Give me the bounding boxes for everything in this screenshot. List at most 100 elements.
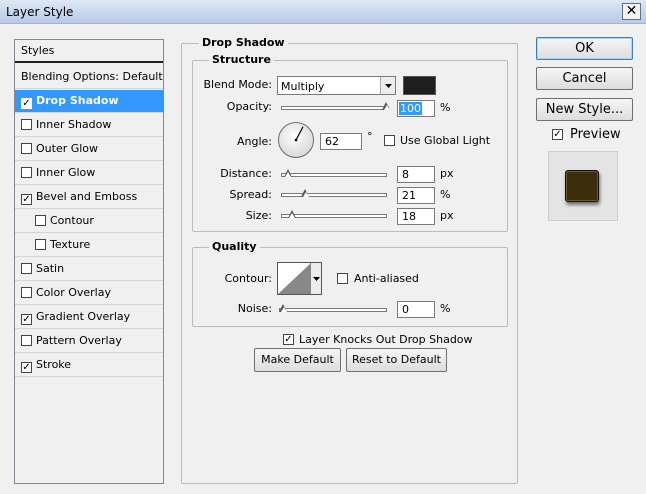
chevron-down-icon [310,263,321,294]
style-item-label: Texture [50,238,91,251]
contour-linear-icon [278,263,311,294]
layer-knocks-out-label[interactable]: Layer Knocks Out Drop Shadow [299,333,473,346]
spread-slider[interactable] [281,193,387,197]
preview-area [548,151,618,221]
style-item-checkbox[interactable] [21,335,32,346]
opacity-slider-thumb[interactable] [382,102,391,110]
preview-label[interactable]: Preview [570,127,621,142]
drop-shadow-title: Drop Shadow [199,36,288,49]
styles-list: Styles Blending Options: Default ✓ Drop S… [14,39,164,484]
window-title: Layer Style [6,5,74,19]
opacity-slider[interactable] [281,106,389,110]
style-item-checkbox[interactable] [21,287,32,298]
style-item-checkbox[interactable] [35,239,46,250]
style-item[interactable]: Outer Glow [15,138,163,161]
styles-header[interactable]: Styles [15,40,163,63]
style-item[interactable]: Inner Glow [15,162,163,185]
close-icon[interactable]: ✕ [622,3,641,20]
style-item-checkbox[interactable]: ✓ [21,98,32,109]
style-item-checkbox[interactable] [21,143,32,154]
spread-label: Spread: [229,188,272,201]
style-item-label: Contour [50,214,94,227]
style-item[interactable]: Pattern Overlay [15,330,163,353]
noise-unit: % [440,302,451,315]
style-item-label: Color Overlay [36,286,111,299]
style-item-checkbox[interactable]: ✓ [21,194,32,205]
style-item[interactable]: ✓ Gradient Overlay [15,306,163,329]
size-slider[interactable] [281,214,387,218]
structure-title: Structure [209,53,274,66]
style-item[interactable]: ✓ Drop Shadow [15,90,163,113]
distance-slider[interactable] [281,173,387,177]
quality-title: Quality [209,240,260,253]
style-item-label: Outer Glow [36,142,99,155]
style-item-checkbox[interactable] [21,167,32,178]
noise-slider-thumb[interactable] [279,304,288,312]
opacity-input[interactable]: 100 [397,100,435,117]
size-slider-thumb[interactable] [287,210,297,218]
preview-checkbox[interactable]: ✓ [552,129,563,140]
cancel-button[interactable]: Cancel [536,67,633,90]
angle-label: Angle: [236,135,272,148]
noise-input[interactable]: 0 [397,301,435,318]
style-item-label: Inner Glow [36,166,96,179]
layer-knocks-out-checkbox[interactable]: ✓ [283,334,294,345]
use-global-light-checkbox[interactable] [384,135,395,146]
opacity-label: Opacity: [226,100,272,113]
size-label: Size: [245,209,272,222]
noise-label: Noise: [237,302,272,315]
opacity-unit: % [440,101,451,114]
distance-label: Distance: [220,167,272,180]
style-item-label: Satin [36,262,65,275]
distance-unit: px [440,167,454,180]
angle-input[interactable]: 62 [320,133,362,150]
blend-mode-value: Multiply [281,80,325,93]
style-item-label: Stroke [36,358,72,371]
distance-input[interactable]: 8 [397,166,435,183]
new-style-button[interactable]: New Style... [536,98,633,121]
style-item-checkbox[interactable] [21,119,32,130]
spread-unit: % [440,188,451,201]
blending-options-item[interactable]: Blending Options: Default [15,66,163,89]
quality-group [192,247,508,327]
angle-dial[interactable] [277,121,315,159]
style-item[interactable]: Color Overlay [15,282,163,305]
style-item[interactable]: Texture [15,234,163,257]
size-unit: px [440,209,454,222]
use-global-light-label[interactable]: Use Global Light [400,134,490,147]
style-item-label: Gradient Overlay [36,310,131,323]
style-item[interactable]: Satin [15,258,163,281]
preview-swatch [565,170,599,202]
title-bar: Layer Style ✕ [0,0,646,24]
style-item-label: Inner Shadow [36,118,112,131]
anti-aliased-checkbox[interactable] [337,273,348,284]
spread-input[interactable]: 21 [397,187,435,204]
style-item-checkbox[interactable]: ✓ [21,362,32,373]
blend-mode-label: Blend Mode: [203,78,273,91]
contour-label: Contour: [224,272,272,285]
noise-slider[interactable] [279,308,387,312]
style-item-checkbox[interactable]: ✓ [21,314,32,325]
spread-slider-thumb[interactable] [301,189,310,197]
style-item[interactable]: ✓ Bevel and Emboss [15,186,163,209]
style-item[interactable]: Inner Shadow [15,114,163,137]
style-item[interactable]: Contour [15,210,163,233]
make-default-button[interactable]: Make Default [254,348,341,372]
style-item-checkbox[interactable] [21,263,32,274]
style-item-label: Pattern Overlay [36,334,122,347]
contour-picker[interactable] [277,262,322,295]
shadow-color-swatch[interactable] [403,76,436,95]
chevron-down-icon [380,77,395,94]
reset-to-default-button[interactable]: Reset to Default [346,348,447,372]
blend-mode-select[interactable]: Multiply [277,76,396,95]
style-item-label: Bevel and Emboss [36,190,138,203]
opacity-value: 100 [399,102,422,115]
style-item-checkbox[interactable] [35,215,46,226]
ok-button[interactable]: OK [536,37,633,60]
style-item-label: Drop Shadow [36,94,119,107]
size-input[interactable]: 18 [397,208,435,225]
anti-aliased-label[interactable]: Anti-aliased [354,272,419,285]
distance-slider-thumb[interactable] [283,169,293,177]
style-item[interactable]: ✓ Stroke [15,354,163,377]
degree-symbol: ° [367,130,373,143]
